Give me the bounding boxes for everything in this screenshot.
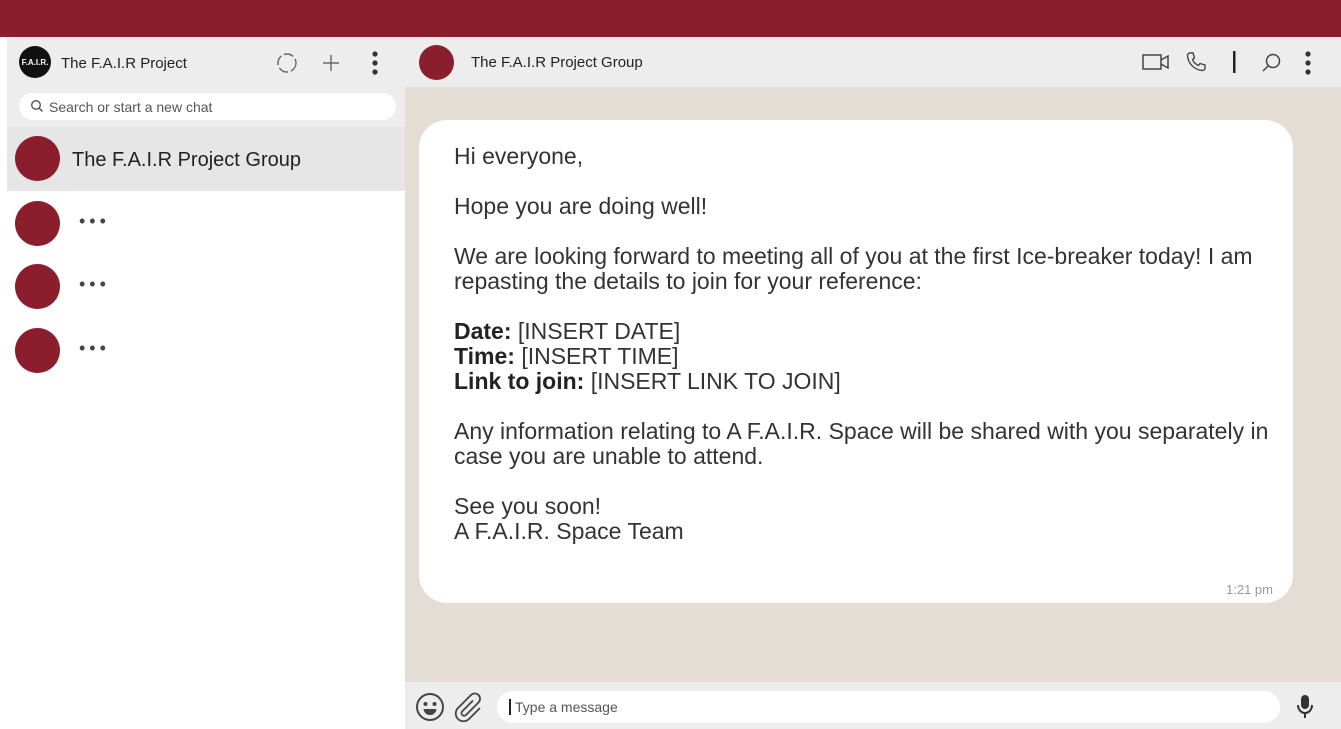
detail-link: Link to join: [INSERT LINK TO JOIN]	[454, 369, 1284, 394]
detail-value: [INSERT TIME]	[521, 343, 679, 369]
sidebar-header: F.A.I.R. The F.A.I.R Project	[7, 37, 405, 87]
message-input[interactable]	[515, 691, 1255, 723]
new-chat-icon[interactable]	[319, 51, 343, 75]
avatar	[15, 136, 60, 181]
search-input[interactable]	[49, 93, 379, 120]
message-bubble: Hi everyone, Hope you are doing well! We…	[419, 120, 1293, 603]
message-body: Hi everyone, Hope you are doing well! We…	[454, 144, 1284, 544]
profile-logo[interactable]: F.A.I.R.	[19, 46, 51, 78]
message-timestamp: 1:21 pm	[1226, 582, 1273, 597]
chat-list-item[interactable]: •••	[7, 319, 405, 383]
chat-name-placeholder: •••	[79, 211, 110, 231]
chat-list-item[interactable]: •••	[7, 191, 405, 255]
search-bar-container	[7, 87, 405, 127]
chat-name-placeholder: •••	[79, 274, 110, 294]
message-signoff: See you soon!	[454, 493, 602, 519]
divider	[1231, 49, 1237, 75]
message-line: We are looking forward to meeting all of…	[454, 243, 1253, 294]
sidebar: F.A.I.R. The F.A.I.R Project The F.A.I.R…	[7, 37, 405, 729]
chat-title[interactable]: The F.A.I.R Project Group	[471, 54, 643, 71]
search-bar[interactable]	[19, 93, 396, 120]
mic-icon[interactable]	[1294, 692, 1316, 722]
search-icon[interactable]	[1258, 50, 1284, 76]
phone-icon[interactable]	[1183, 50, 1209, 74]
detail-value: [INSERT LINK TO JOIN]	[590, 368, 841, 394]
emoji-icon[interactable]	[414, 691, 446, 723]
detail-time: Time: [INSERT TIME]	[454, 344, 1284, 369]
sidebar-title: The F.A.I.R Project	[61, 55, 187, 72]
search-icon	[30, 99, 44, 118]
group-avatar[interactable]	[419, 45, 454, 80]
app-top-bar	[0, 0, 1341, 37]
detail-date: Date: [INSERT DATE]	[454, 319, 1284, 344]
chat-header: The F.A.I.R Project Group	[405, 37, 1341, 87]
chat-list-item[interactable]: The F.A.I.R Project Group	[7, 127, 405, 191]
menu-icon[interactable]	[363, 49, 387, 77]
status-icon[interactable]	[275, 51, 299, 75]
detail-label: Date:	[454, 318, 512, 344]
detail-label: Link to join:	[454, 368, 585, 394]
video-call-icon[interactable]	[1141, 50, 1171, 74]
detail-value: [INSERT DATE]	[517, 318, 681, 344]
message-signature: A F.A.I.R. Space Team	[454, 518, 684, 544]
message-line: Any information relating to A F.A.I.R. S…	[454, 418, 1269, 469]
attach-icon[interactable]	[453, 690, 487, 724]
left-gutter	[0, 37, 7, 729]
avatar	[15, 328, 60, 373]
chat-name-placeholder: •••	[79, 338, 110, 358]
text-caret	[509, 699, 511, 715]
chat-panel: The F.A.I.R Project Group Hi everyone, H…	[405, 37, 1341, 729]
menu-icon[interactable]	[1298, 49, 1318, 77]
message-line: Hope you are doing well!	[454, 193, 708, 219]
message-greeting: Hi everyone,	[454, 143, 584, 169]
chat-name: The F.A.I.R Project Group	[72, 149, 301, 171]
detail-label: Time:	[454, 343, 515, 369]
avatar	[15, 264, 60, 309]
chat-list-item[interactable]: •••	[7, 255, 405, 319]
avatar	[15, 201, 60, 246]
message-input-container[interactable]	[497, 691, 1280, 723]
message-composer	[405, 682, 1341, 729]
